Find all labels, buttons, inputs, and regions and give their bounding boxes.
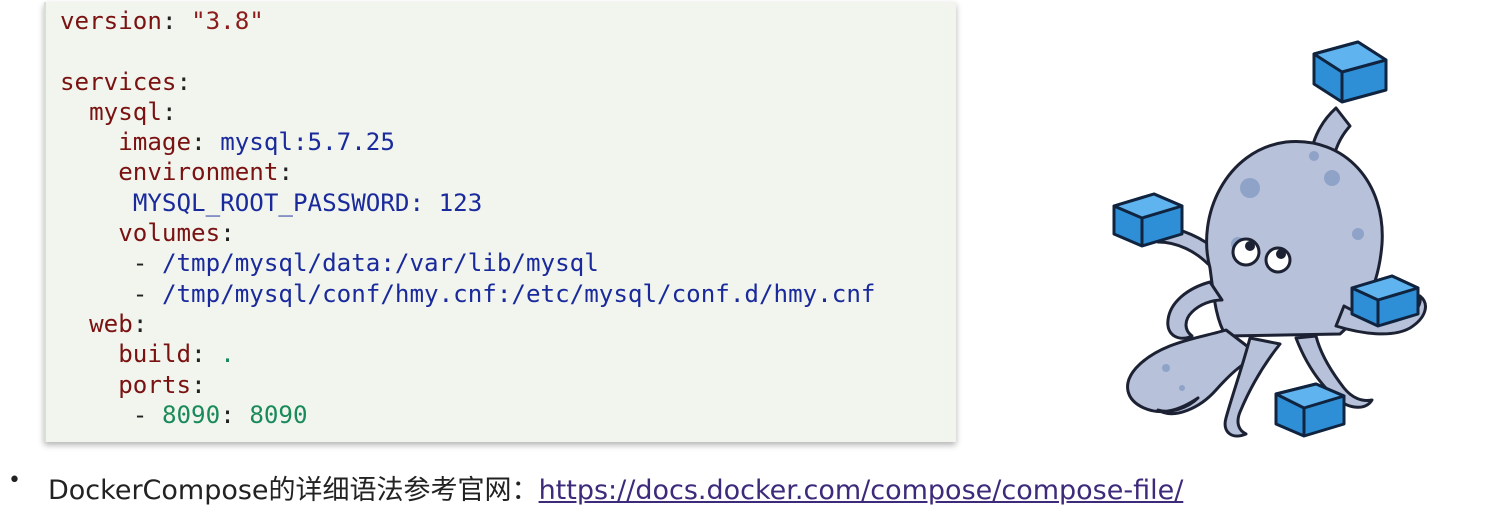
code-line: MYSQL_ROOT_PASSWORD: 123 [60, 188, 875, 218]
code-token: : [191, 370, 206, 399]
bullet-text: DockerCompose的详细语法参考官网： [48, 475, 539, 506]
compose-yaml-code: version: "3.8" services: mysql: image: m… [60, 6, 875, 430]
code-token: : [191, 128, 221, 157]
code-line: ports: [60, 370, 875, 400]
code-token: 8090 [161, 400, 221, 429]
code-line: services: [60, 67, 875, 97]
code-token: - [60, 400, 162, 429]
code-token: volumes [118, 219, 221, 248]
code-line: web: [60, 309, 875, 339]
compose-file-docs-link[interactable]: https://docs.docker.com/compose/compose-… [539, 475, 1184, 506]
code-line: mysql: [60, 97, 875, 127]
code-token: : [161, 97, 177, 126]
code-block: version: "3.8" services: mysql: image: m… [44, 2, 956, 442]
bullet-dot: • [8, 468, 21, 493]
code-token: : [220, 400, 250, 429]
code-token: services [60, 67, 177, 96]
code-token: version [60, 7, 162, 35]
code-token: ports [118, 370, 192, 399]
code-token: image [118, 128, 192, 157]
code-token: . [220, 340, 235, 369]
code-token: /tmp/mysql/data:/var/lib/mysql [161, 249, 599, 278]
code-line: image: mysql:5.7.25 [60, 127, 875, 157]
code-token: : [132, 309, 148, 338]
code-token: - [60, 249, 162, 278]
code-token: : [191, 340, 221, 369]
code-line: - 8090: 8090 [60, 400, 875, 430]
code-token: mysql [89, 97, 162, 126]
code-token: web [89, 309, 133, 338]
code-token: build [118, 340, 192, 369]
code-line: environment: [60, 157, 875, 187]
code-line: build: . [60, 339, 875, 369]
code-token: MYSQL_ROOT_PASSWORD: 123 [132, 188, 483, 217]
code-token: : [278, 158, 293, 187]
code-line: - /tmp/mysql/conf/hmy.cnf:/etc/mysql/con… [60, 279, 876, 309]
code-token: /tmp/mysql/conf/hmy.cnf:/etc/mysql/conf.… [161, 279, 876, 308]
code-token: : [176, 67, 192, 96]
code-line: version: "3.8" [60, 6, 875, 36]
bullet-text-line: DockerCompose的详细语法参考官网：https://docs.dock… [48, 468, 1183, 507]
code-line: - /tmp/mysql/data:/var/lib/mysql [60, 248, 875, 278]
code-token: : [220, 219, 235, 248]
code-token: : [161, 7, 192, 35]
code-line: volumes: [60, 218, 875, 248]
code-token: mysql:5.7.25 [220, 128, 395, 157]
code-token: environment [118, 158, 279, 187]
bullet-item: • DockerCompose的详细语法参考官网：https://docs.do… [0, 464, 1494, 507]
code-token: 8090 [249, 400, 308, 429]
code-token: "3.8" [191, 7, 264, 35]
code-token: - [60, 279, 162, 308]
docker-compose-octopus-icon [1112, 40, 1427, 438]
